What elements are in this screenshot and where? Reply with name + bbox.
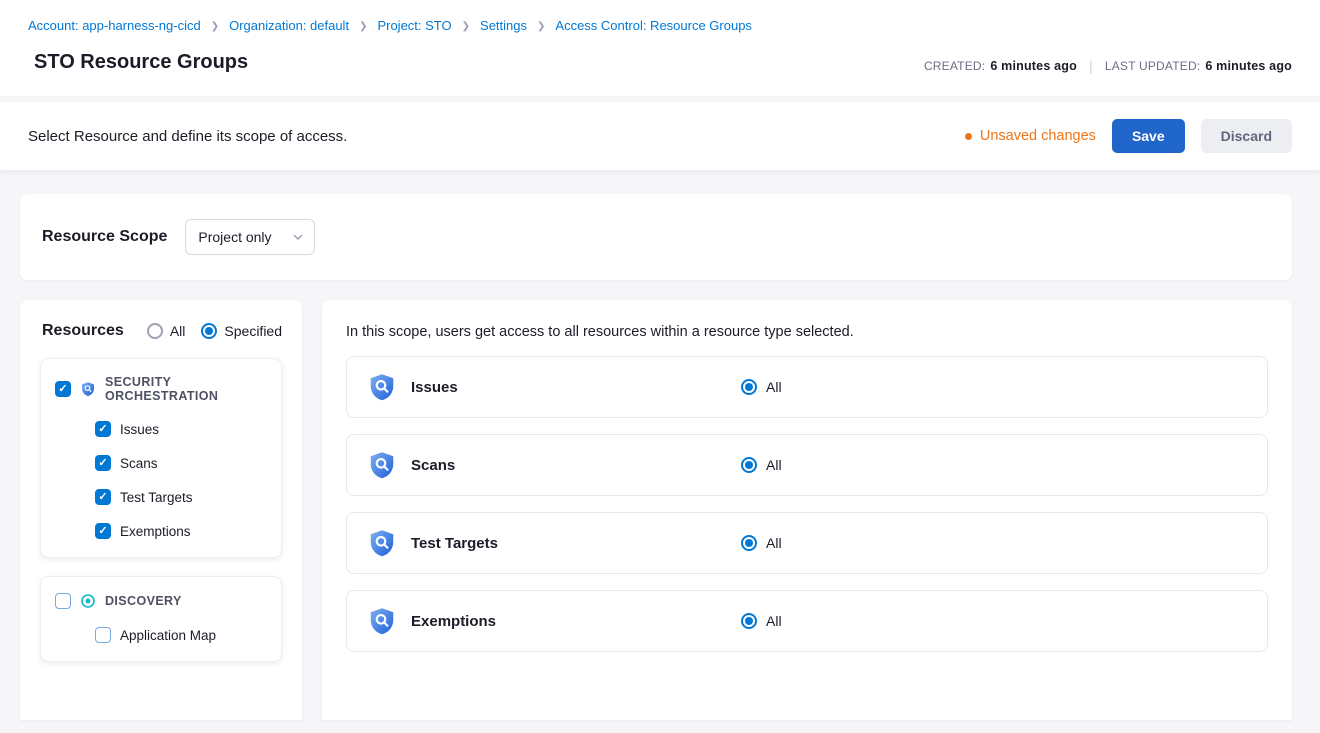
radio-all-label: All bbox=[170, 323, 186, 339]
radio-specified[interactable] bbox=[201, 323, 217, 339]
resource-scope-card: Resource Scope Project only bbox=[20, 194, 1292, 280]
access-radio-group: All bbox=[741, 613, 782, 629]
tree-item-label: Issues bbox=[120, 422, 159, 437]
resource-group-discovery: DISCOVERY Application Map bbox=[40, 576, 282, 662]
checkbox-application-map[interactable] bbox=[95, 627, 111, 643]
tree-item-test-targets: Test Targets bbox=[95, 489, 267, 505]
tree-item-scans: Scans bbox=[95, 455, 267, 471]
scope-description: In this scope, users get access to all r… bbox=[346, 324, 1268, 340]
last-updated-label: Last Updated: bbox=[1105, 59, 1201, 73]
breadcrumb-link-settings[interactable]: Settings bbox=[480, 18, 527, 33]
breadcrumb: Account: app-harness-ng-cicd ❯ Organizat… bbox=[28, 18, 1292, 33]
last-updated-value: 6 minutes ago bbox=[1205, 59, 1292, 73]
unsaved-changes-indicator: Unsaved changes bbox=[965, 128, 1096, 144]
radio-option-all[interactable]: All bbox=[147, 323, 186, 339]
breadcrumb-link-project[interactable]: Project: STO bbox=[377, 18, 451, 33]
radio-access-all[interactable] bbox=[741, 379, 757, 395]
breadcrumb-link-resource-groups[interactable]: Access Control: Resource Groups bbox=[555, 18, 752, 33]
breadcrumb-link-account[interactable]: Account: app-harness-ng-cicd bbox=[28, 18, 201, 33]
save-button[interactable]: Save bbox=[1112, 119, 1185, 153]
main-content: Resource Scope Project only Resources Al… bbox=[0, 170, 1320, 720]
tree-item-label: Application Map bbox=[120, 628, 216, 643]
created-label: Created: bbox=[924, 59, 985, 73]
access-radio-group: All bbox=[741, 379, 782, 395]
group-name: SECURITY ORCHESTRATION bbox=[105, 375, 267, 403]
checkbox-issues[interactable] bbox=[95, 421, 111, 437]
resource-row-label: Test Targets bbox=[411, 535, 741, 552]
resource-row-label: Scans bbox=[411, 457, 741, 474]
target-icon bbox=[80, 593, 96, 609]
page-title: STO Resource Groups bbox=[34, 51, 248, 74]
tree-item-application-map: Application Map bbox=[95, 627, 267, 643]
action-toolbar: Select Resource and define its scope of … bbox=[0, 102, 1320, 170]
discard-button[interactable]: Discard bbox=[1201, 119, 1292, 153]
shield-scan-icon bbox=[367, 606, 397, 636]
group-name: DISCOVERY bbox=[105, 594, 182, 608]
access-label: All bbox=[766, 379, 782, 395]
shield-scan-icon bbox=[80, 381, 96, 397]
access-label: All bbox=[766, 457, 782, 473]
meta-divider: | bbox=[1089, 58, 1093, 74]
resource-scope-select[interactable]: Project only bbox=[185, 219, 315, 255]
resource-row-scans: Scans All bbox=[346, 434, 1268, 496]
breadcrumb-link-organization[interactable]: Organization: default bbox=[229, 18, 349, 33]
resource-row-exemptions: Exemptions All bbox=[346, 590, 1268, 652]
radio-access-all[interactable] bbox=[741, 613, 757, 629]
access-label: All bbox=[766, 535, 782, 551]
page-header: Account: app-harness-ng-cicd ❯ Organizat… bbox=[0, 0, 1320, 96]
checkbox-scans[interactable] bbox=[95, 455, 111, 471]
resources-title: Resources bbox=[40, 322, 124, 340]
unsaved-dot-icon bbox=[965, 133, 972, 140]
chevron-right-icon: ❯ bbox=[537, 22, 545, 32]
radio-access-all[interactable] bbox=[741, 457, 757, 473]
tree-item-issues: Issues bbox=[95, 421, 267, 437]
shield-scan-icon bbox=[367, 450, 397, 480]
access-radio-group: All bbox=[741, 457, 782, 473]
resource-group-security-orchestration: SECURITY ORCHESTRATION Issues Scans Test… bbox=[40, 358, 282, 558]
checkbox-exemptions[interactable] bbox=[95, 523, 111, 539]
unsaved-changes-label: Unsaved changes bbox=[980, 128, 1096, 144]
tree-item-label: Scans bbox=[120, 456, 158, 471]
resource-row-label: Exemptions bbox=[411, 613, 741, 630]
access-radio-group: All bbox=[741, 535, 782, 551]
resource-row-label: Issues bbox=[411, 379, 741, 396]
resource-scope-selected-value: Project only bbox=[198, 229, 271, 245]
checkbox-test-targets[interactable] bbox=[95, 489, 111, 505]
resources-mode-radio-group: All Specified bbox=[147, 323, 282, 339]
shield-scan-icon bbox=[367, 372, 397, 402]
shield-scan-icon bbox=[367, 528, 397, 558]
resource-row-test-targets: Test Targets All bbox=[346, 512, 1268, 574]
checkbox-security-orchestration[interactable] bbox=[55, 381, 71, 397]
chevron-right-icon: ❯ bbox=[211, 22, 219, 32]
header-meta: Created: 6 minutes ago | Last Updated: 6… bbox=[924, 58, 1292, 74]
resource-scope-title: Resource Scope bbox=[42, 228, 167, 246]
toolbar-description: Select Resource and define its scope of … bbox=[28, 128, 347, 145]
access-label: All bbox=[766, 613, 782, 629]
tree-item-label: Exemptions bbox=[120, 524, 191, 539]
tree-item-exemptions: Exemptions bbox=[95, 523, 267, 539]
radio-access-all[interactable] bbox=[741, 535, 757, 551]
radio-option-specified[interactable]: Specified bbox=[201, 323, 282, 339]
scope-panel: In this scope, users get access to all r… bbox=[322, 300, 1292, 720]
created-value: 6 minutes ago bbox=[990, 59, 1077, 73]
chevron-right-icon: ❯ bbox=[462, 22, 470, 32]
tree-item-label: Test Targets bbox=[120, 490, 193, 505]
radio-specified-label: Specified bbox=[224, 323, 282, 339]
checkbox-discovery[interactable] bbox=[55, 593, 71, 609]
resources-panel: Resources All Specified bbox=[20, 300, 302, 720]
chevron-right-icon: ❯ bbox=[359, 22, 367, 32]
resource-row-issues: Issues All bbox=[346, 356, 1268, 418]
chevron-down-icon bbox=[292, 231, 304, 243]
radio-all[interactable] bbox=[147, 323, 163, 339]
